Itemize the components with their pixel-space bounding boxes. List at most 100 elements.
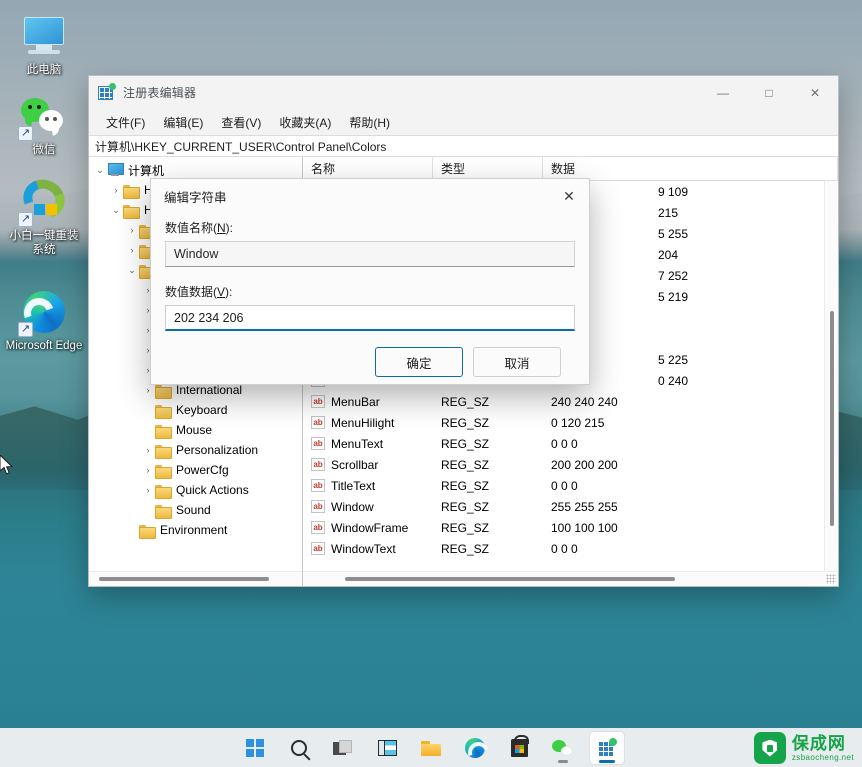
cell-data: 200 200 200 [551,457,618,472]
list-horizontal-scrollbar[interactable] [303,571,838,586]
column-header-type[interactable]: 类型 [433,157,543,180]
address-bar[interactable]: 计算机\HKEY_CURRENT_USER\Control Panel\Colo… [89,135,838,157]
list-vertical-scrollbar[interactable] [824,181,838,586]
cell-name: ab MenuText [303,437,433,451]
list-vscroll-thumb[interactable] [830,311,834,526]
folder-icon [155,464,172,479]
chevron-down-icon[interactable]: ⌄ [93,160,107,180]
store-icon [510,734,529,757]
value-data-label-pre: 数值数据( [165,285,217,299]
taskbar-microsoft-store-button[interactable] [502,732,536,764]
string-value-icon: ab [311,542,325,555]
value-name-input[interactable]: Window [165,241,575,267]
chevron-right-icon[interactable]: › [141,440,155,460]
menu-item-view[interactable]: 查看(V) [212,111,270,134]
taskbar-registry-editor-button[interactable] [590,731,624,764]
folder-icon [155,404,172,419]
cell-type: REG_SZ [441,499,490,514]
string-value-icon: ab [311,458,325,471]
menu-bar[interactable]: 文件(F) 编辑(E) 查看(V) 收藏夹(A) 帮助(H) [89,109,838,135]
menu-item-help[interactable]: 帮助(H) [340,111,399,134]
ok-button[interactable]: 确定 [375,347,463,377]
table-row[interactable]: ab TitleText REG_SZ 0 0 0 [303,475,838,496]
chevron-right-icon[interactable]: › [141,460,155,480]
table-row[interactable]: ab Window REG_SZ 255 255 255 [303,496,838,517]
taskbar-widgets-button[interactable] [370,732,404,764]
chevron-right-icon[interactable]: › [109,180,123,200]
tree-item[interactable]: › PowerCfg [89,460,302,480]
edit-string-dialog[interactable]: 编辑字符串 ✕ 数值名称(N): Window 数值数据(V): 202 234… [150,178,590,385]
window-titlebar[interactable]: 注册表编辑器 — □ ✕ [89,76,838,109]
chevron-down-icon[interactable]: ⌄ [109,200,123,220]
chevron-right-icon[interactable]: › [125,240,139,260]
value-name-label-pre: 数值名称( [165,221,217,235]
value-name-text: MenuText [331,436,384,451]
table-row[interactable]: ab MenuHilight REG_SZ 0 120 215 [303,412,838,433]
desktop-icon-label: 此电脑 [26,64,62,76]
tree-item[interactable]: › Personalization [89,440,302,460]
taskbar[interactable] [0,728,862,767]
tree-hscroll-thumb[interactable] [99,577,269,581]
string-value-icon: ab [311,437,325,450]
string-value-icon: ab [311,500,325,513]
column-header-name[interactable]: 名称 [303,157,433,180]
taskbar-edge-button[interactable] [458,732,492,764]
taskbar-wechat-button[interactable] [546,732,580,764]
table-row[interactable]: ab WindowFrame REG_SZ 100 100 100 [303,517,838,538]
desktop-icon-xiaobai[interactable]: ↗ 小白一键重装系统 [4,172,84,257]
cell-data: 0 0 0 [551,436,578,451]
menu-item-favorites[interactable]: 收藏夹(A) [270,111,340,134]
tree-item-label: International [176,383,243,397]
tree-item[interactable]: Keyboard [89,400,302,420]
tree-item-label: 计算机 [128,163,165,178]
table-row[interactable]: ab WindowText REG_SZ 0 0 0 [303,538,838,559]
chevron-down-icon[interactable]: ⌄ [125,260,139,280]
dialog-close-icon[interactable]: ✕ [549,179,589,213]
cancel-button[interactable]: 取消 [473,347,561,377]
menu-item-edit[interactable]: 编辑(E) [154,111,212,134]
list-hscroll-thumb[interactable] [345,577,675,581]
taskbar-search-button[interactable] [282,732,316,764]
cell-name: ab WindowText [303,542,433,556]
tree-item[interactable]: Sound [89,500,302,520]
table-row[interactable]: ab MenuBar REG_SZ 240 240 240 [303,391,838,412]
tree-item[interactable]: Mouse [89,420,302,440]
desktop-icon-wechat[interactable]: ↗ 微信 [4,92,84,157]
dialog-actions: 确定 取消 [165,331,575,377]
tree-item-label: Personalization [176,443,259,457]
chevron-right-icon[interactable]: › [141,480,155,500]
dialog-titlebar[interactable]: 编辑字符串 ✕ [151,179,589,213]
string-value-icon: ab [311,479,325,492]
table-row[interactable]: ab MenuText REG_SZ 0 0 0 [303,433,838,454]
tree-item-label: Mouse [176,423,213,437]
cell-name: ab WindowFrame [303,521,433,535]
maximize-button[interactable]: □ [746,76,792,109]
folder-icon [139,524,156,539]
taskbar-items [238,731,624,764]
string-value-icon: ab [311,521,325,534]
desktop-icon-this-pc[interactable]: 此电脑 [4,12,84,77]
tree-item[interactable]: › Quick Actions [89,480,302,500]
cell-type: REG_SZ [441,520,490,535]
tree-item[interactable]: ⌄ 计算机 [89,160,302,180]
widgets-icon [377,739,397,756]
taskbar-file-explorer-button[interactable] [414,732,448,764]
tree-item[interactable]: Environment [89,520,302,540]
window-controls[interactable]: — □ ✕ [700,76,838,109]
close-button[interactable]: ✕ [792,76,838,109]
resize-grip-icon[interactable] [826,574,836,584]
folder-icon [155,484,172,499]
tree-horizontal-scrollbar[interactable] [89,571,302,586]
taskbar-task-view-button[interactable] [326,732,360,764]
table-row[interactable]: ab Scrollbar REG_SZ 200 200 200 [303,454,838,475]
chevron-right-icon[interactable]: › [125,220,139,240]
value-data-input[interactable]: 202 234 206 [165,305,575,331]
tree-item-label: Environment [160,523,228,537]
desktop[interactable]: 此电脑 ↗ 微信 ↗ 小白一键重装系统 ↗ Microsoft Edge 注册表… [0,0,862,767]
column-header-data[interactable]: 数据 [543,157,838,180]
taskbar-start-button[interactable] [238,732,272,764]
menu-item-file[interactable]: 文件(F) [97,111,154,134]
cell-data: 240 240 240 [551,394,618,409]
minimize-button[interactable]: — [700,76,746,109]
desktop-icon-edge[interactable]: ↗ Microsoft Edge [4,288,84,353]
